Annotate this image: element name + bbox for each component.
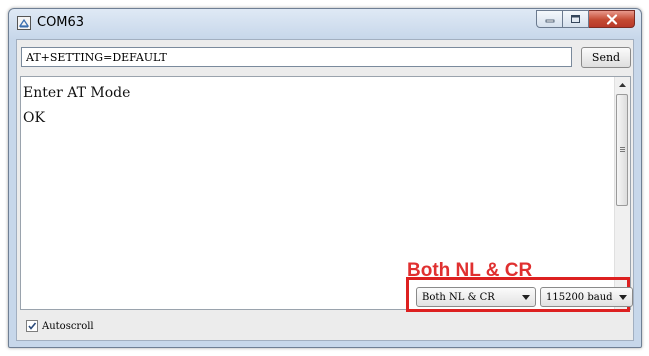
serial-monitor-window: COM63 Send Enter AT Mo bbox=[8, 8, 642, 348]
serial-monitor-icon bbox=[17, 16, 31, 30]
title-bar[interactable]: COM63 bbox=[9, 9, 641, 37]
autoscroll-label: Autoscroll bbox=[42, 320, 94, 332]
serial-output[interactable]: Enter AT Mode OK bbox=[20, 76, 631, 310]
minimize-icon bbox=[545, 19, 554, 23]
scroll-thumb[interactable] bbox=[616, 94, 628, 206]
close-button[interactable] bbox=[589, 10, 635, 28]
output-text: Enter AT Mode OK bbox=[23, 85, 131, 126]
baud-rate-select[interactable]: 115200 baud bbox=[540, 287, 633, 307]
autoscroll-option[interactable]: Autoscroll bbox=[26, 320, 94, 332]
bottom-bar: Autoscroll bbox=[20, 314, 631, 338]
window-controls bbox=[536, 10, 635, 29]
maximize-icon bbox=[571, 15, 580, 23]
window-title: COM63 bbox=[37, 15, 85, 30]
vertical-scrollbar[interactable] bbox=[614, 77, 630, 309]
line-ending-select[interactable]: Both NL & CR bbox=[416, 287, 536, 307]
send-button[interactable]: Send bbox=[581, 47, 631, 68]
arrow-up-icon bbox=[619, 83, 626, 87]
command-input[interactable] bbox=[21, 47, 572, 67]
maximize-button[interactable] bbox=[563, 10, 589, 28]
grip-icon bbox=[620, 147, 625, 153]
autoscroll-checkbox[interactable] bbox=[26, 320, 38, 332]
minimize-button[interactable] bbox=[536, 10, 563, 28]
scroll-up-button[interactable] bbox=[615, 77, 630, 93]
chevron-down-icon bbox=[522, 295, 530, 300]
chevron-down-icon bbox=[619, 295, 627, 300]
checkmark-icon bbox=[28, 322, 37, 330]
line-ending-value: Both NL & CR bbox=[422, 291, 495, 303]
baud-rate-value: 115200 baud bbox=[546, 291, 613, 303]
close-icon bbox=[606, 13, 617, 25]
